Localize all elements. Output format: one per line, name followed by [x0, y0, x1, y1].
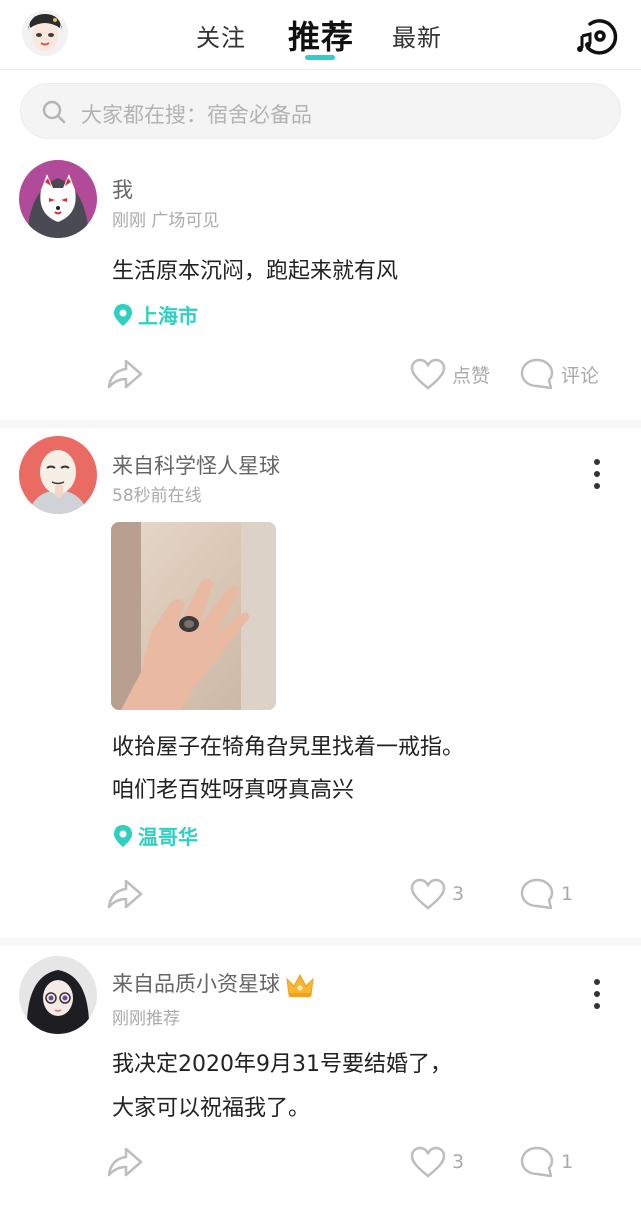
location-pin-icon — [114, 303, 132, 326]
username-row: 来自品质小资星球 — [112, 968, 316, 999]
share-icon — [107, 1147, 143, 1177]
share-button[interactable] — [106, 877, 144, 911]
comment-count: 1 — [561, 883, 574, 905]
share-icon — [107, 359, 143, 389]
post-meta: 刚刚推荐 — [112, 1009, 180, 1029]
comment-button[interactable]: 1 — [519, 876, 573, 912]
username[interactable]: 我 — [112, 174, 133, 204]
avatar[interactable] — [19, 436, 97, 514]
post-meta: 58秒前在线 — [112, 486, 202, 506]
comment-bubble-icon — [520, 878, 554, 910]
comment-button[interactable]: 1 — [519, 1144, 573, 1180]
location-tag[interactable]: 温哥华 — [112, 821, 198, 850]
post-image[interactable] — [111, 522, 276, 710]
comment-bubble-icon — [520, 1146, 554, 1178]
feed-post: 我 刚刚 广场可见 生活原本沉闷，跑起来就有风 上海市 点赞 评论 — [0, 150, 641, 420]
tab-follow[interactable]: 关注 — [196, 18, 246, 53]
more-vertical-icon — [594, 979, 600, 1009]
username[interactable]: 来自科学怪人星球 — [112, 450, 280, 480]
music-disc-icon — [577, 19, 618, 55]
avatar[interactable] — [19, 160, 97, 238]
location-text: 温哥华 — [138, 825, 198, 849]
share-icon — [107, 879, 143, 909]
like-count: 3 — [452, 1151, 465, 1173]
post-divider — [0, 938, 641, 946]
post-text-line-1: 我决定2020年9月31号要结婚了， — [112, 1052, 452, 1077]
search-bar[interactable]: 大家都在搜：宿舍必备品 — [20, 83, 621, 139]
heart-icon — [410, 1146, 446, 1178]
post-text: 生活原本沉闷，跑起来就有风 — [112, 259, 399, 284]
location-pin-icon — [114, 824, 132, 847]
share-button[interactable] — [106, 357, 144, 391]
comment-label: 评论 — [561, 364, 600, 387]
like-button[interactable]: 3 — [410, 876, 464, 912]
username[interactable]: 来自品质小资星球 — [112, 972, 280, 996]
comment-count: 1 — [561, 1151, 574, 1173]
more-options-button[interactable] — [584, 976, 610, 1012]
comment-button[interactable]: 评论 — [519, 356, 599, 392]
crown-icon — [286, 973, 314, 997]
more-options-button[interactable] — [584, 456, 610, 492]
heart-icon — [410, 878, 446, 910]
post-meta: 刚刚 广场可见 — [112, 211, 220, 231]
post-text-line-2: 咱们老百姓呀真呀真高兴 — [112, 778, 355, 803]
post-text-line-2: 大家可以祝福我了。 — [112, 1096, 311, 1121]
heart-icon — [410, 358, 446, 390]
avatar[interactable] — [19, 956, 97, 1034]
more-vertical-icon — [594, 459, 600, 489]
header-divider — [0, 69, 641, 70]
search-placeholder: 大家都在搜：宿舍必备品 — [81, 103, 312, 127]
location-text: 上海市 — [138, 304, 198, 328]
search-icon — [42, 100, 66, 124]
feed-post: 来自品质小资星球 刚刚推荐 我决定2020年9月31号要结婚了， 大家可以祝福我… — [0, 946, 641, 1213]
feed-tabs: 关注 推荐 最新 — [0, 0, 641, 70]
post-text-line-1: 收拾屋子在犄角旮旯里找着一戒指。 — [112, 735, 465, 760]
active-tab-indicator — [305, 55, 335, 60]
music-disc-button[interactable] — [576, 14, 620, 58]
like-button[interactable]: 3 — [410, 1144, 464, 1180]
feed-post: 来自科学怪人星球 58秒前在线 收拾屋子在犄角旮旯里找着一戒指。 咱们老百姓呀真… — [0, 428, 641, 938]
like-count: 3 — [452, 883, 465, 905]
like-button[interactable]: 点赞 — [410, 356, 490, 392]
location-tag[interactable]: 上海市 — [112, 300, 198, 329]
post-divider — [0, 420, 641, 428]
tab-latest[interactable]: 最新 — [392, 18, 442, 53]
tab-recommended[interactable]: 推荐 — [288, 12, 354, 58]
comment-bubble-icon — [520, 358, 554, 390]
share-button[interactable] — [106, 1145, 144, 1179]
top-bar: 关注 推荐 最新 — [0, 0, 641, 70]
like-label: 点赞 — [452, 364, 491, 387]
